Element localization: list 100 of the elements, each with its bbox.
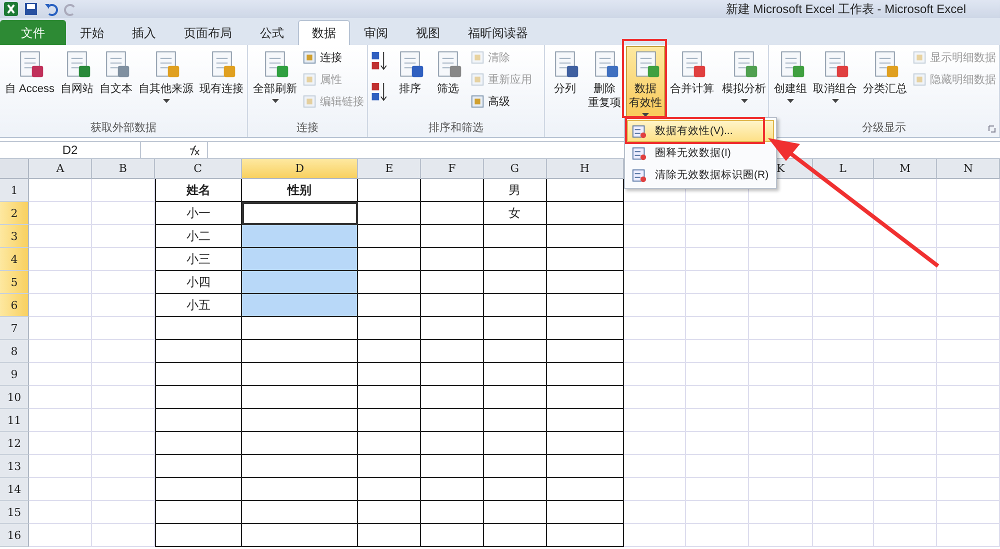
row-header[interactable]: 13 [0,455,30,478]
table-cell[interactable] [421,409,484,432]
table-cell[interactable] [358,409,422,432]
column-header[interactable]: A [29,159,92,179]
table-cell[interactable]: 小五 [154,294,242,317]
excel-logo-icon[interactable] [4,2,18,16]
table-cell[interactable]: 男 [484,179,547,202]
table-cell[interactable] [484,386,547,409]
table-cell[interactable] [242,455,358,478]
save-icon[interactable] [24,2,38,16]
table-cell[interactable] [154,340,242,363]
column-header[interactable]: G [484,159,547,179]
table-cell[interactable] [358,271,422,294]
table-cell[interactable] [358,524,422,547]
table-cell[interactable] [421,363,484,386]
ribbon-button[interactable]: 删除 重复项 [585,46,624,113]
table-cell[interactable] [242,501,358,524]
row-header[interactable]: 5 [0,271,30,294]
row-header[interactable]: 6 [0,294,30,317]
ribbon-button[interactable]: 自 Access [2,46,58,99]
column-header[interactable]: L [812,159,874,179]
table-cell[interactable] [358,363,422,386]
table-cell[interactable] [154,409,242,432]
table-cell[interactable] [242,225,358,248]
ribbon-tab[interactable]: 数据 [298,20,350,45]
row-header[interactable]: 9 [0,363,30,386]
ribbon-button[interactable]: 现有连接 [196,46,247,99]
table-cell[interactable] [421,294,484,317]
menu-item[interactable]: 数据有效性(V)... [627,120,774,142]
column-header[interactable]: C [154,159,242,179]
table-cell[interactable] [546,432,624,455]
row-header[interactable]: 15 [0,501,30,524]
ribbon-button[interactable]: 自其他来源 [136,46,197,106]
row-header[interactable]: 11 [0,409,30,432]
ribbon-tab[interactable]: 视图 [402,20,454,45]
ribbon-small-button[interactable]: 连接 [300,47,366,68]
row-header[interactable]: 1 [0,179,30,202]
table-cell[interactable] [154,455,242,478]
table-cell[interactable] [484,340,547,363]
table-cell[interactable] [421,202,484,225]
column-header[interactable]: D [242,159,358,179]
row-header[interactable]: 12 [0,432,30,455]
table-cell[interactable] [242,202,358,225]
table-cell[interactable] [546,317,624,340]
table-cell[interactable] [484,271,547,294]
table-cell[interactable]: 性别 [242,179,358,202]
table-cell[interactable] [484,294,547,317]
column-header[interactable]: H [546,159,624,179]
table-cell[interactable]: 小三 [154,248,242,271]
table-cell[interactable] [358,340,422,363]
table-cell[interactable] [358,386,422,409]
table-cell[interactable] [546,271,624,294]
table-cell[interactable]: 姓名 [154,179,242,202]
function-icon[interactable] [187,144,201,156]
ribbon-tab[interactable]: 公式 [246,20,298,45]
table-cell[interactable] [484,363,547,386]
table-cell[interactable] [358,248,422,271]
table-cell[interactable] [358,225,422,248]
table-cell[interactable] [358,179,422,202]
table-cell[interactable] [484,524,547,547]
table-cell[interactable] [546,455,624,478]
table-cell[interactable]: 小一 [154,202,242,225]
table-cell[interactable] [358,501,422,524]
table-cell[interactable]: 小二 [154,225,242,248]
table-cell[interactable] [154,501,242,524]
ribbon-button[interactable]: 创建组 [771,46,810,106]
column-header[interactable]: N [937,159,1000,179]
ribbon-button[interactable]: 合并计算 [667,46,717,99]
table-cell[interactable] [154,363,242,386]
ribbon-button[interactable]: 筛选 [430,46,466,99]
table-cell[interactable] [358,317,422,340]
ribbon-button[interactable]: 模拟分析 [719,46,768,106]
ribbon-button[interactable]: 全部刷新 [250,46,300,106]
table-cell[interactable] [421,271,484,294]
column-header[interactable]: M [874,159,938,179]
row-header[interactable]: 3 [0,225,30,248]
ribbon-tab[interactable]: 页面布局 [170,20,246,45]
table-cell[interactable] [546,363,624,386]
ribbon-tab[interactable]: 开始 [66,20,118,45]
table-cell[interactable] [546,478,624,501]
table-cell[interactable] [484,225,547,248]
ribbon-button[interactable]: 取消组合 [810,46,860,106]
ribbon-button[interactable]: 分列 [547,46,583,99]
column-header[interactable]: F [421,159,484,179]
table-cell[interactable] [484,432,547,455]
table-cell[interactable] [484,501,547,524]
table-cell[interactable] [421,386,484,409]
ribbon-tab[interactable]: 审阅 [350,20,402,45]
row-header[interactable]: 2 [0,202,30,225]
row-header[interactable]: 4 [0,248,30,271]
table-cell[interactable] [484,478,547,501]
table-cell[interactable] [421,225,484,248]
table-cell[interactable] [421,179,484,202]
table-cell[interactable] [242,317,358,340]
table-cell[interactable] [546,294,624,317]
table-cell[interactable] [484,317,547,340]
table-cell[interactable] [242,409,358,432]
table-cell[interactable] [242,363,358,386]
table-cell[interactable] [154,524,242,547]
table-cell[interactable] [546,386,624,409]
